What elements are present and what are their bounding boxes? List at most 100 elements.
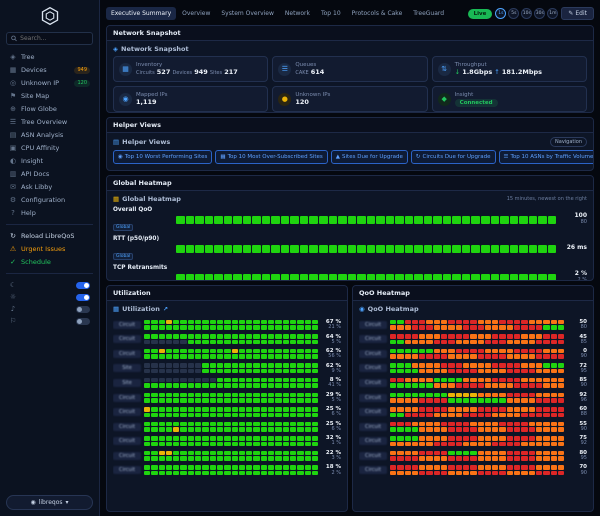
sidebar-item-configuration[interactable]: ⚙Configuration	[6, 194, 93, 206]
heatmap-cell	[529, 436, 535, 441]
heatmap-cell	[210, 427, 216, 432]
heatmap-cell	[195, 378, 201, 383]
circuit-badge[interactable]: Circuit	[359, 437, 387, 445]
heatmap-cell	[188, 340, 194, 345]
heatmap-cell	[290, 407, 296, 412]
circuit-badge[interactable]: Circuit	[113, 394, 141, 402]
circuit-badge[interactable]: Circuit	[359, 379, 387, 387]
heatmap-cell	[529, 465, 535, 470]
sidebar-item-ask-libby[interactable]: ✉Ask Libby	[6, 181, 93, 193]
circuit-badge[interactable]: Circuit	[359, 394, 387, 402]
heatmap-cell	[405, 398, 411, 403]
interval-button-10s[interactable]: 10s	[521, 8, 532, 19]
heatmap-cell	[180, 349, 186, 354]
heatmap-cell	[224, 465, 230, 470]
sidebar-item-cpu-affinity[interactable]: ▣CPU Affinity	[6, 142, 93, 154]
search-box[interactable]	[6, 32, 93, 45]
circuit-badge[interactable]: Circuit	[113, 350, 141, 358]
circuit-badge[interactable]: Circuit	[359, 452, 387, 460]
sidebar-item-flow-globe[interactable]: ⊕Flow Globe	[6, 103, 93, 115]
heatmap-cell	[507, 383, 513, 388]
circuit-badge[interactable]: Circuit	[359, 364, 387, 372]
circuit-badge[interactable]: Circuit	[113, 408, 141, 416]
sidebar-item-devices[interactable]: ▦Devices949	[6, 64, 93, 76]
sidebar-item-site-map[interactable]: ⚑Site Map	[6, 90, 93, 102]
heatmap-cell	[195, 216, 204, 224]
heatmap-cell	[548, 274, 557, 282]
tab-top-10[interactable]: Top 10	[316, 7, 346, 20]
sidebar-item-tree-overview[interactable]: ☰Tree Overview	[6, 116, 93, 128]
sidebar-item-insight[interactable]: ◐Insight	[6, 155, 93, 167]
value-secondary: 3 %	[321, 456, 341, 462]
sidebar-action-reload-libreqos[interactable]: ↻Reload LibreQoS	[6, 230, 93, 242]
tab-executive-summary[interactable]: Executive Summary	[106, 7, 176, 20]
circuit-badge[interactable]: Circuit	[113, 452, 141, 460]
heatmap-cell	[536, 325, 542, 330]
circuit-badge[interactable]: Site	[113, 364, 141, 372]
sidebar-action-schedule[interactable]: ✓Schedule	[6, 256, 93, 268]
interval-button-1s[interactable]: 1s	[495, 8, 506, 19]
sidebar-item-asn-analysis[interactable]: ▤ASN Analysis	[6, 129, 93, 141]
interval-button-30s[interactable]: 30s	[534, 8, 545, 19]
helper-button-sites-due-for-upgrade[interactable]: ▲Sites Due for Upgrade	[331, 150, 408, 164]
circuit-badge[interactable]: Circuit	[113, 335, 141, 343]
sidebar-item-help[interactable]: ?Help	[6, 207, 93, 219]
sidebar-item-api-docs[interactable]: ▥API Docs	[6, 168, 93, 180]
qoo-row: Circuit7295	[359, 363, 587, 375]
down-arrow-icon: ↓	[455, 68, 460, 76]
circuit-badge[interactable]: Circuit	[359, 335, 387, 343]
heatmap-cell	[463, 407, 469, 412]
circuit-badge[interactable]: Circuit	[359, 408, 387, 416]
heatmap-cell	[239, 363, 245, 368]
heatmap-cell	[521, 407, 527, 412]
circuit-badge[interactable]: Circuit	[113, 466, 141, 474]
heatmap-cell	[492, 363, 498, 368]
tab-overview[interactable]: Overview	[177, 7, 215, 20]
dark-mode-toggle[interactable]	[76, 282, 90, 289]
heatmap-cell	[151, 393, 157, 398]
heatmap-cell	[456, 363, 462, 368]
live-badge[interactable]: Live	[468, 9, 493, 19]
heatmap-cell	[166, 456, 172, 461]
tab-treeguard[interactable]: TreeGuard	[408, 7, 449, 20]
app-logo[interactable]	[40, 6, 60, 26]
heatmap-cell	[246, 320, 252, 325]
tab-system-overview[interactable]: System Overview	[216, 7, 279, 20]
value-secondary: 95	[567, 369, 587, 375]
sidebar-item-unknown-ip[interactable]: ◎Unknown IP120	[6, 77, 93, 89]
circuit-badge[interactable]: Circuit	[359, 466, 387, 474]
circuit-badge[interactable]: Circuit	[359, 321, 387, 329]
heatmap-cell	[188, 456, 194, 461]
sidebar-action-urgent-issues[interactable]: ⚠Urgent Issues	[6, 243, 93, 255]
interval-button-5s[interactable]: 5s	[508, 8, 519, 19]
helper-button-top-10-asns-by-traffic-volume[interactable]: ☰Top 10 ASNs by Traffic Volume	[499, 150, 595, 164]
circuit-badge[interactable]: Circuit	[113, 423, 141, 431]
helper-button-circuits-due-for-upgrade[interactable]: ↻Circuits Due for Upgrade	[411, 150, 496, 164]
heatmap-cell	[448, 369, 454, 374]
circuit-badge[interactable]: Circuit	[113, 437, 141, 445]
edit-button[interactable]: ✎ Edit	[561, 7, 594, 20]
dual-strip	[144, 363, 318, 373]
circuit-badge[interactable]: Circuit	[113, 321, 141, 329]
tab-protocols-cake[interactable]: Protocols & Cake	[347, 7, 408, 20]
display-toggle[interactable]	[76, 294, 90, 301]
heatmap-cell	[305, 451, 311, 456]
account-button[interactable]: ◉ libreqos ▾	[6, 495, 93, 510]
tab-network[interactable]: Network	[280, 7, 315, 20]
search-input[interactable]	[20, 35, 88, 42]
heatmap-cell	[426, 465, 432, 470]
flags-toggle[interactable]	[76, 318, 90, 325]
circuit-badge[interactable]: Circuit	[359, 350, 387, 358]
circuit-badge[interactable]: Site	[113, 379, 141, 387]
sound-toggle[interactable]	[76, 306, 90, 313]
sidebar-item-tree[interactable]: ◈Tree	[6, 51, 93, 63]
heatmap-cell	[536, 442, 542, 447]
heatmap-cell	[144, 383, 150, 388]
circuit-badge[interactable]: Circuit	[359, 423, 387, 431]
heatmap-cell	[470, 436, 476, 441]
interval-button-1m[interactable]: 1m	[547, 8, 558, 19]
helper-button-top-10-most-over-subscribed-sites[interactable]: ▦Top 10 Most Over-Subscribed Sites	[215, 150, 327, 164]
external-link-icon[interactable]: ↗	[163, 306, 168, 313]
helper-button-top-10-worst-performing-sites[interactable]: ◉Top 10 Worst Performing Sites	[113, 150, 212, 164]
heatmap-cell	[297, 378, 303, 383]
